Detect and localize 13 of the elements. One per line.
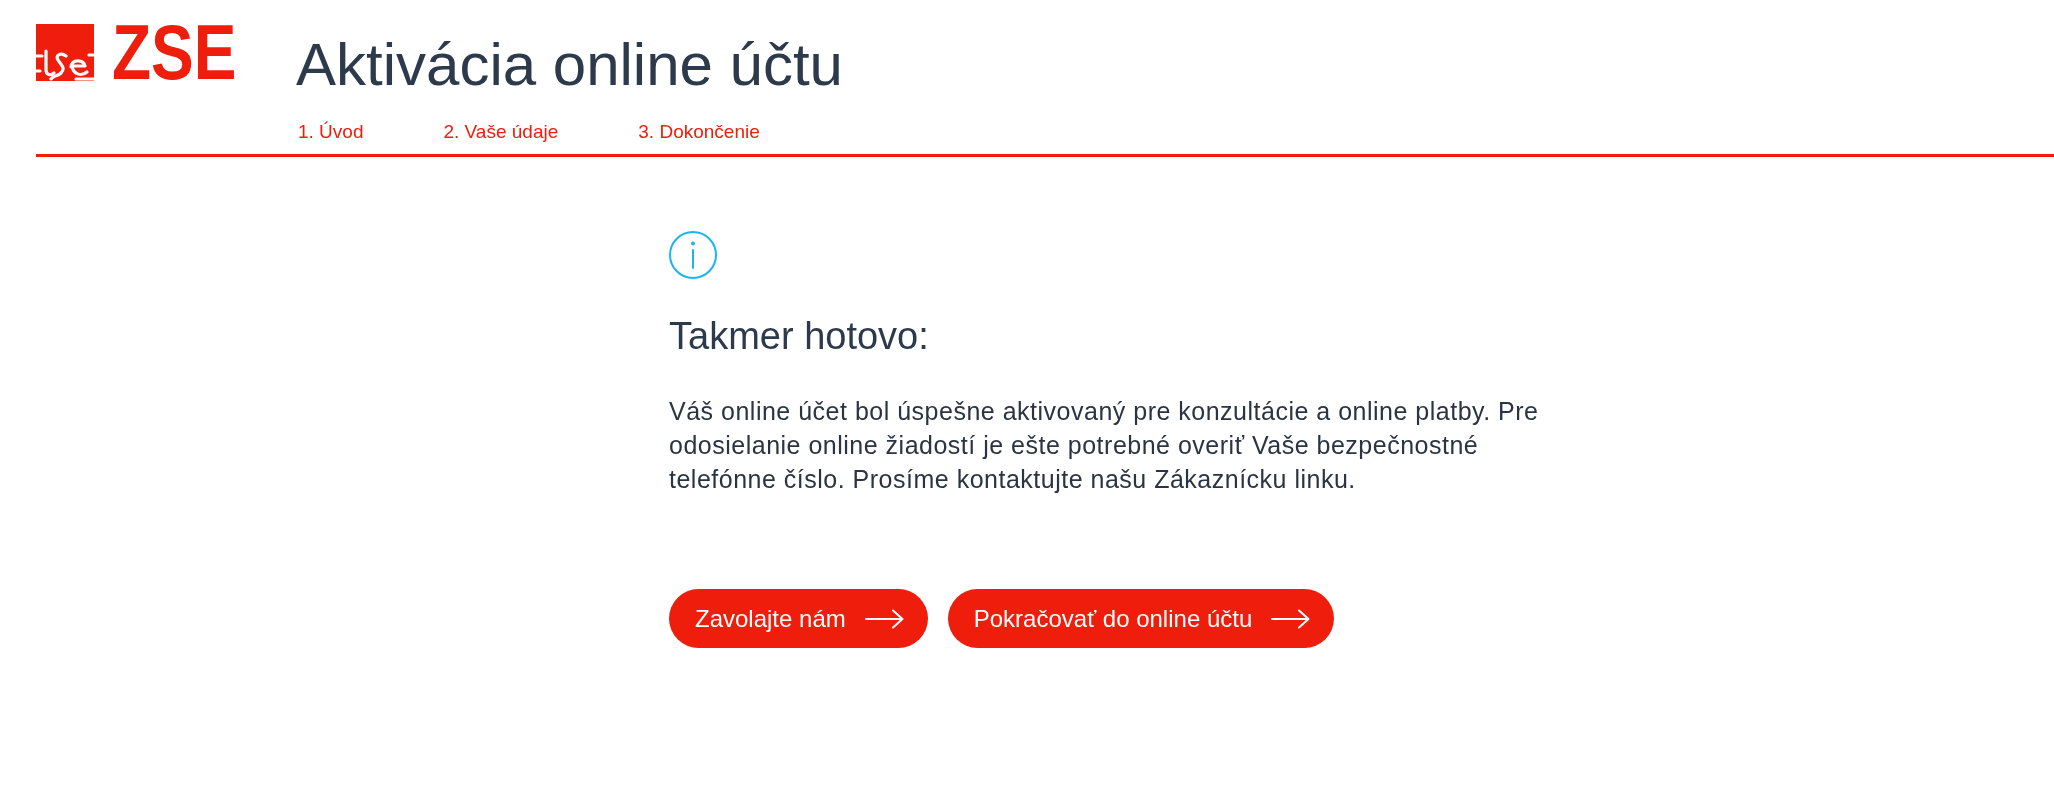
arrow-right-icon bbox=[1271, 608, 1311, 629]
info-icon bbox=[669, 231, 717, 279]
step-label: 2. Vaše údaje bbox=[443, 120, 559, 143]
brand-name: ZSE bbox=[112, 24, 237, 81]
action-button[interactable]: Pokračovať do online účtu bbox=[947, 589, 1335, 648]
action-button[interactable]: Zavolajte nám bbox=[669, 589, 928, 648]
step-label: 1. Úvod bbox=[298, 120, 364, 143]
message-text: Váš online účet bol úspešne aktivovaný pre konzultácie a online platby. Pre odosielanie online žiadostí je ešte potrebné overiť Vaše bezpečnostné telefónne číslo. Prosíme kontaktujte našu Zákaznícku linku. bbox=[669, 396, 1540, 495]
logo-icon bbox=[36, 24, 94, 81]
message-heading: Takmer hotovo: bbox=[669, 314, 929, 359]
page-title: Aktivácia online účtu bbox=[296, 35, 843, 95]
arrow-right-icon bbox=[864, 608, 904, 629]
step-label: 3. Dokončenie bbox=[638, 120, 760, 143]
